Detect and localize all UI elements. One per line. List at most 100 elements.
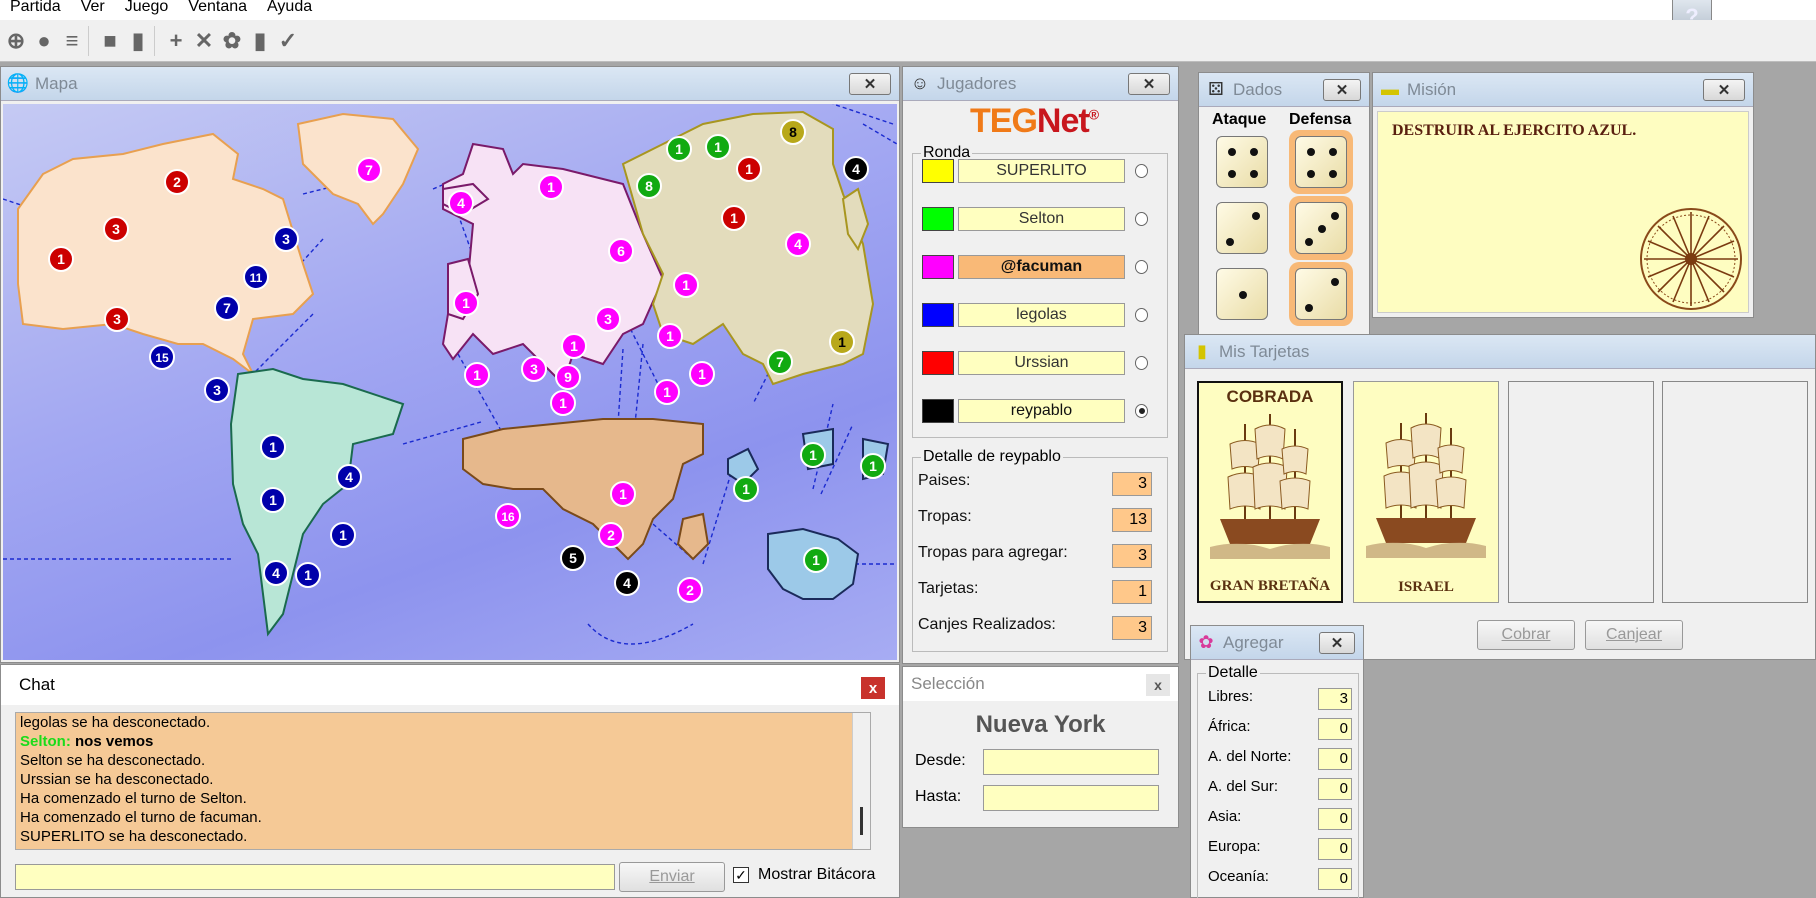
scrollbar-thumb[interactable] bbox=[860, 807, 863, 835]
selected-country: Nueva York bbox=[975, 711, 1106, 738]
menu-ventana[interactable]: Ventana bbox=[188, 0, 247, 15]
die-pip bbox=[1227, 170, 1236, 179]
army-count: 1 bbox=[339, 527, 347, 543]
map-close-button[interactable]: ✕ bbox=[849, 73, 891, 95]
chat-scrollbar[interactable] bbox=[852, 713, 870, 849]
menu-ver[interactable]: Ver bbox=[81, 0, 105, 15]
player-radio[interactable] bbox=[1134, 164, 1148, 178]
cobrar-button[interactable]: Cobrar bbox=[1477, 620, 1575, 650]
enviar-button[interactable]: Enviar bbox=[619, 862, 725, 892]
defense-label: Defensa bbox=[1289, 111, 1352, 128]
selection-close-button[interactable]: x bbox=[1146, 674, 1170, 696]
add-close-button[interactable]: ✕ bbox=[1319, 632, 1355, 654]
card-country: GRAN BRETAÑA bbox=[1209, 578, 1331, 594]
detail-value: 3 bbox=[1112, 616, 1152, 640]
add-row-value[interactable]: 0 bbox=[1318, 868, 1352, 890]
end-turn-icon[interactable]: ✓ bbox=[274, 26, 302, 56]
detail-value: 3 bbox=[1112, 544, 1152, 568]
army-count: 4 bbox=[457, 195, 465, 211]
army-count: 3 bbox=[112, 221, 120, 237]
player-row[interactable]: Selton bbox=[922, 204, 1148, 234]
army-count: 2 bbox=[686, 582, 694, 598]
cards-titlebar: ▮ Mis Tarjetas bbox=[1185, 335, 1815, 369]
add-icon[interactable]: + bbox=[162, 26, 190, 56]
die-pip bbox=[1305, 304, 1313, 312]
connect-icon[interactable]: ⊕ bbox=[2, 26, 30, 56]
player-row[interactable]: SUPERLITO bbox=[922, 156, 1148, 186]
card-country: ISRAEL bbox=[1398, 579, 1454, 595]
die-pip bbox=[1227, 147, 1236, 156]
add-row: Asia: 0 bbox=[1208, 808, 1352, 830]
dice-close-button[interactable]: ✕ bbox=[1323, 79, 1361, 101]
army-count: 3 bbox=[282, 231, 290, 247]
add-row-value[interactable]: 0 bbox=[1318, 748, 1352, 770]
disconnect-icon[interactable]: ● bbox=[30, 26, 58, 56]
selection-titlebar: Selección bbox=[903, 667, 1178, 701]
empty-card-slot bbox=[1662, 381, 1808, 603]
army-count: 1 bbox=[269, 439, 277, 455]
mission-close-button[interactable]: ✕ bbox=[1703, 79, 1745, 101]
card-icon[interactable]: ▮ bbox=[246, 26, 274, 56]
army-count: 3 bbox=[213, 382, 221, 398]
map-titlebar: 🌐 Mapa bbox=[1, 67, 899, 101]
chat-close-button[interactable]: x bbox=[861, 677, 885, 699]
toolbar-separator bbox=[88, 25, 96, 56]
army-count: 1 bbox=[269, 492, 277, 508]
add-row-value[interactable]: 3 bbox=[1318, 688, 1352, 710]
player-color-swatch bbox=[922, 399, 955, 423]
player-row[interactable]: Urssian bbox=[922, 348, 1148, 378]
die-pip bbox=[1318, 225, 1326, 233]
player-radio[interactable] bbox=[1134, 212, 1148, 226]
player-radio[interactable] bbox=[1134, 308, 1148, 322]
menu-juego[interactable]: Juego bbox=[125, 0, 169, 15]
canjear-button[interactable]: Canjear bbox=[1585, 620, 1683, 650]
chat-line: legolas se ha desconectado. bbox=[20, 714, 211, 731]
add-row-label: África: bbox=[1208, 718, 1251, 735]
add-row-value[interactable]: 0 bbox=[1318, 808, 1352, 830]
dice-icon: ⚄ bbox=[1208, 79, 1224, 99]
menu-bar: Partida Ver Juego Ventana Ayuda bbox=[0, 0, 1816, 20]
madagascar bbox=[676, 512, 710, 561]
add-row: Libres: 3 bbox=[1208, 688, 1352, 710]
player-radio[interactable] bbox=[1134, 404, 1148, 418]
add-row-label: A. del Sur: bbox=[1208, 778, 1279, 795]
map-svg[interactable]: 723131173153411631131 911111 1881144711411… bbox=[2, 103, 898, 660]
players-close-button[interactable]: ✕ bbox=[1128, 73, 1170, 95]
hasta-label: Hasta: bbox=[915, 788, 962, 805]
detail-label: Paises: bbox=[918, 472, 971, 489]
bitacora-checkbox[interactable]: ✓ bbox=[733, 867, 749, 883]
player-radio[interactable] bbox=[1134, 260, 1148, 274]
player-radio[interactable] bbox=[1134, 356, 1148, 370]
army-count: 1 bbox=[663, 384, 671, 400]
selection-title: Selección bbox=[911, 674, 985, 693]
army-count: 4 bbox=[794, 236, 802, 252]
list-icon[interactable]: ≡ bbox=[58, 26, 86, 56]
player-color-swatch bbox=[922, 303, 955, 327]
add-row-value[interactable]: 0 bbox=[1318, 718, 1352, 740]
player-color-swatch bbox=[922, 159, 955, 183]
menu-partida[interactable]: Partida bbox=[10, 0, 61, 15]
window-icon[interactable]: ▮ bbox=[124, 26, 152, 56]
add-row-value[interactable]: 0 bbox=[1318, 778, 1352, 800]
army-count: 11 bbox=[250, 271, 263, 285]
world-map[interactable]: 7 2 3 1 3 11 7 3 15 3 4 1 1 6 3 1 1 3 1 9 1 1 1 1 1 1 8 8 1 1 4 4 7 1 1 4 1 1… bbox=[2, 103, 898, 660]
desde-field[interactable] bbox=[983, 749, 1159, 775]
country-card[interactable]: ISRAEL bbox=[1353, 381, 1499, 603]
player-row[interactable]: legolas bbox=[922, 300, 1148, 330]
regroup-icon[interactable]: ✿ bbox=[218, 26, 246, 56]
chat-titlebar: Chat bbox=[1, 665, 899, 705]
add-row-value[interactable]: 0 bbox=[1318, 838, 1352, 860]
hasta-field[interactable] bbox=[983, 785, 1159, 811]
detalle-label: Detalle de reypablo bbox=[923, 448, 1061, 465]
menu-ayuda[interactable]: Ayuda bbox=[267, 0, 312, 15]
country-card[interactable]: COBRADA GRAN BRETAÑA bbox=[1197, 381, 1343, 603]
player-row[interactable]: @facuman bbox=[922, 252, 1148, 282]
army-count: 3 bbox=[604, 311, 612, 327]
army-count: 6 bbox=[617, 243, 625, 259]
attack-icon[interactable]: ✕ bbox=[190, 26, 218, 56]
detail-value: 3 bbox=[1112, 472, 1152, 496]
army-count: 1 bbox=[745, 161, 753, 177]
player-row[interactable]: reypablo bbox=[922, 396, 1148, 426]
chat-input[interactable] bbox=[15, 864, 615, 890]
fullscreen-icon[interactable]: ■ bbox=[96, 26, 124, 56]
